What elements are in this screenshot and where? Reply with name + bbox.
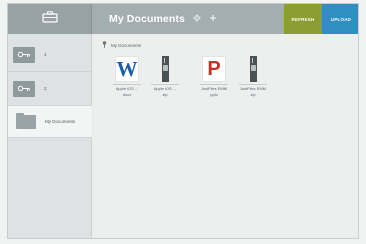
sidebar-item-label: 1 (44, 52, 47, 57)
file-extension: zip (162, 92, 168, 97)
sidebar-item-label: My Documents (45, 119, 76, 124)
file-name: Apple iOS ... (115, 86, 139, 91)
header: My Documents REFRESH UPLOAD (92, 4, 358, 34)
upload-button[interactable]: UPLOAD (322, 4, 358, 34)
page-title: My Documents (109, 13, 185, 25)
divider (200, 84, 228, 85)
divider (151, 84, 179, 85)
key-icon (13, 80, 35, 97)
file-extension: docx (122, 92, 132, 97)
file-item[interactable]: Apple iOS ... zip (147, 56, 183, 97)
sidebar: 1 2 My Documents (8, 34, 92, 238)
divider (239, 84, 267, 85)
file-browser: My Documents W Apple iOS ... docx Apple … (93, 34, 358, 238)
top-bar: My Documents REFRESH UPLOAD (8, 4, 358, 34)
sidebar-item-1[interactable]: 1 (8, 38, 92, 72)
file-extension: zip (250, 92, 256, 97)
file-name: JustFiles EMM (200, 86, 228, 91)
file-item[interactable]: P JustFiles EMM pptx (196, 56, 232, 97)
breadcrumb-label[interactable]: My Documents (111, 43, 141, 48)
file-name: Apple iOS ... (153, 86, 177, 91)
folder-icon (16, 112, 36, 129)
add-icon[interactable] (209, 14, 217, 25)
breadcrumb: My Documents (102, 41, 141, 50)
sidebar-item-2[interactable]: 2 (8, 72, 92, 106)
file-extension: pptx (210, 92, 218, 97)
app-window: My Documents REFRESH UPLOAD 1 2 My Docum… (7, 3, 359, 239)
zip-icon (153, 56, 177, 82)
key-icon (13, 46, 35, 63)
zip-icon (241, 56, 265, 82)
refresh-button[interactable]: REFRESH (284, 4, 322, 34)
file-item[interactable]: W Apple iOS ... docx (109, 56, 145, 97)
pin-icon (102, 41, 107, 50)
file-item[interactable]: JustFiles EMM zip (235, 56, 271, 97)
briefcase-icon (41, 10, 58, 28)
divider (113, 84, 141, 85)
file-name: JustFiles EMM (239, 86, 267, 91)
powerpoint-icon: P (202, 56, 226, 82)
settings-icon[interactable] (193, 13, 201, 25)
sidebar-item-label: 2 (44, 86, 47, 91)
sidebar-item-my-documents[interactable]: My Documents (8, 106, 92, 138)
word-doc-icon: W (115, 56, 139, 82)
home-button[interactable] (8, 4, 92, 34)
